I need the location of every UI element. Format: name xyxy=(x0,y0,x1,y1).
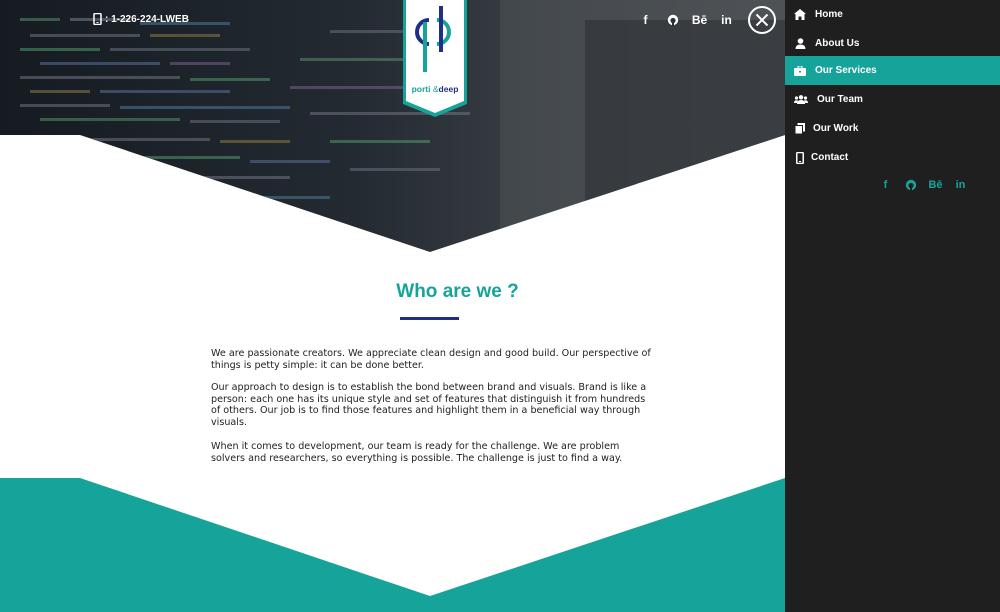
bottom-decorative-band xyxy=(0,478,785,612)
menu-item-contact[interactable]: Contact xyxy=(785,143,1000,172)
side-menu: Home About Us Our Services Our Team Our … xyxy=(785,0,1000,612)
menu-item-our-services[interactable]: Our Services xyxy=(785,56,1000,85)
logo-wordmark-right: deep xyxy=(438,84,459,94)
menu-item-label: Our Services xyxy=(815,65,877,76)
mobile-phone-icon xyxy=(93,13,102,25)
menu-item-label: Our Work xyxy=(813,123,859,134)
home-icon xyxy=(794,9,806,21)
menu-social-links: f Bē in xyxy=(873,177,973,193)
close-menu-button[interactable] xyxy=(748,6,776,34)
about-paragraph: When it comes to development, our team i… xyxy=(211,441,623,464)
linkedin-icon[interactable]: in xyxy=(713,11,740,29)
facebook-icon[interactable]: f xyxy=(873,177,898,193)
menu-item-our-team[interactable]: Our Team xyxy=(785,85,1000,114)
about-paragraph: Our approach to design is to establish t… xyxy=(211,382,647,428)
phone-number-text: : 1-226-224-LWEB xyxy=(105,13,189,25)
menu-item-label: Contact xyxy=(811,152,849,163)
github-icon[interactable] xyxy=(659,11,686,29)
menu-item-label: Home xyxy=(815,9,843,20)
logo-wordmark: porti &deep xyxy=(406,84,464,94)
about-paragraph: We are passionate creators. We appreciat… xyxy=(211,348,651,371)
hero-section: : 1-226-224-LWEB porti &deep f Bē in xyxy=(0,0,785,252)
title-underline xyxy=(400,317,459,320)
logo-wordmark-left: porti xyxy=(411,84,431,94)
briefcase-icon xyxy=(794,65,806,77)
menu-item-home[interactable]: Home xyxy=(785,0,1000,29)
phone-number[interactable]: : 1-226-224-LWEB xyxy=(93,13,189,25)
behance-icon[interactable]: Bē xyxy=(686,11,713,29)
github-icon[interactable] xyxy=(898,177,923,193)
menu-item-label: About Us xyxy=(815,38,860,49)
facebook-icon[interactable]: f xyxy=(632,11,659,29)
team-icon xyxy=(794,94,808,106)
section-title: Who are we ? xyxy=(396,281,519,302)
menu-item-our-work[interactable]: Our Work xyxy=(785,114,1000,143)
close-icon xyxy=(755,13,769,27)
phone-icon xyxy=(794,151,806,164)
main-content: : 1-226-224-LWEB porti &deep f Bē in Who… xyxy=(0,0,785,612)
menu-item-label: Our Team xyxy=(817,94,863,105)
menu-item-about-us[interactable]: About Us xyxy=(785,29,1000,58)
user-icon xyxy=(794,38,806,50)
site-logo[interactable]: porti &deep xyxy=(403,0,467,118)
portfolio-icon xyxy=(794,123,806,135)
header-social-links: f Bē in xyxy=(632,11,740,29)
behance-icon[interactable]: Bē xyxy=(923,177,948,193)
hero-background-image xyxy=(0,0,785,252)
linkedin-icon[interactable]: in xyxy=(948,177,973,193)
